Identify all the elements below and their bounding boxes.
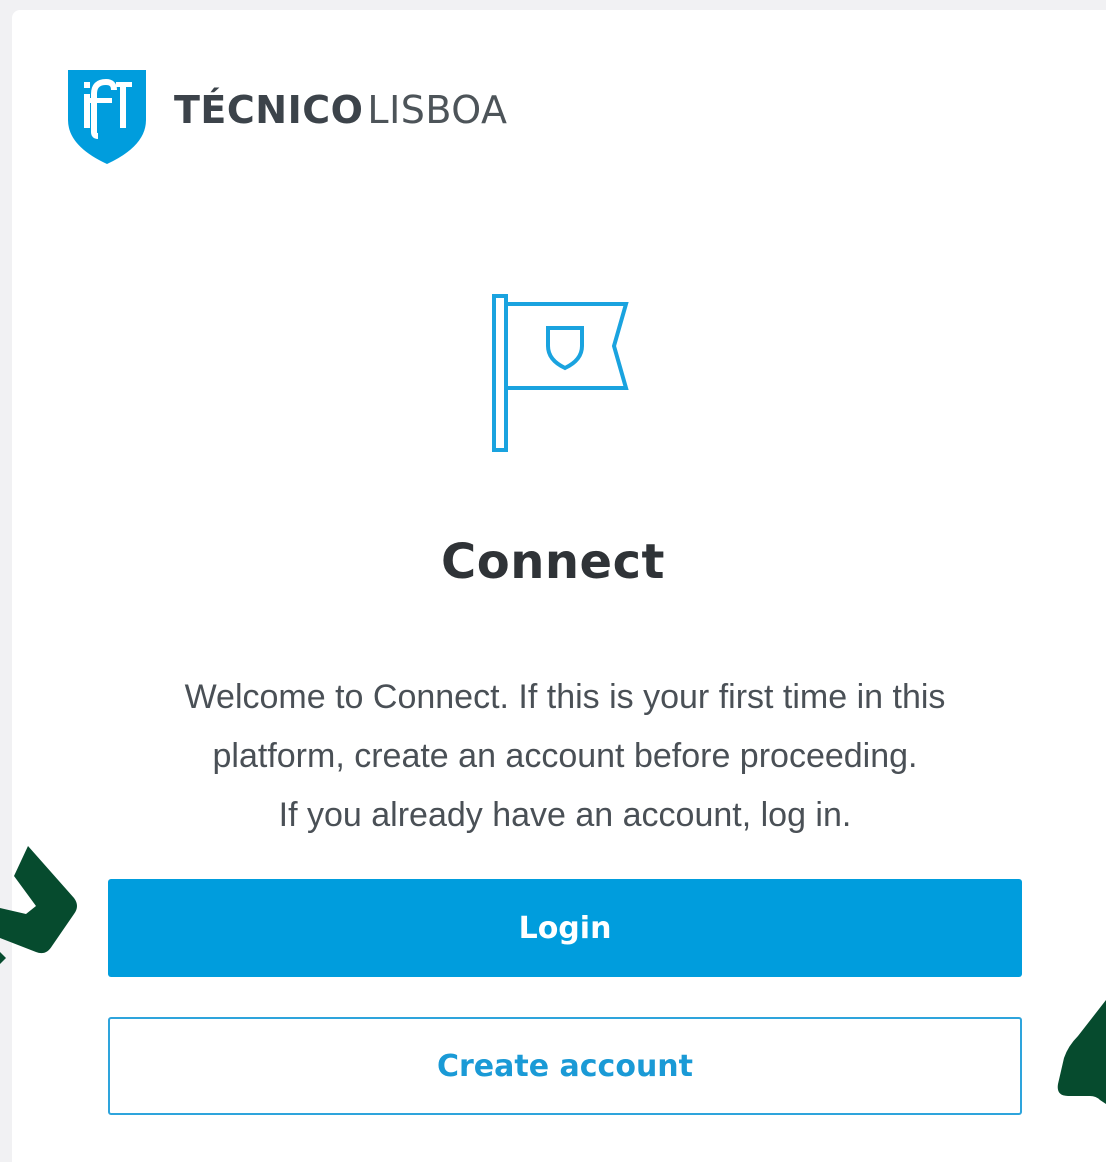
description-line: If you already have an account, log in.: [278, 796, 852, 834]
welcome-description: Welcome to Connect. If this is your firs…: [130, 668, 1000, 845]
login-button[interactable]: Login: [108, 879, 1022, 977]
pointer-arrow-icon: [1057, 1000, 1106, 1104]
brand-header: TÉCNICO LISBOA: [68, 70, 508, 164]
brand-name-light: LISBOA: [367, 88, 508, 132]
pointer-arrow-icon: [0, 846, 77, 964]
page-title: Connect: [441, 534, 665, 590]
ist-shield-icon: [68, 70, 146, 164]
description-line: platform, create an account before proce…: [212, 737, 918, 775]
brand-name-bold: TÉCNICO: [174, 88, 364, 132]
flag-icon: [492, 294, 629, 452]
brand-name: TÉCNICO LISBOA: [174, 88, 508, 132]
description-line: Welcome to Connect. If this is your firs…: [184, 678, 946, 716]
create-account-button[interactable]: Create account: [108, 1017, 1022, 1115]
